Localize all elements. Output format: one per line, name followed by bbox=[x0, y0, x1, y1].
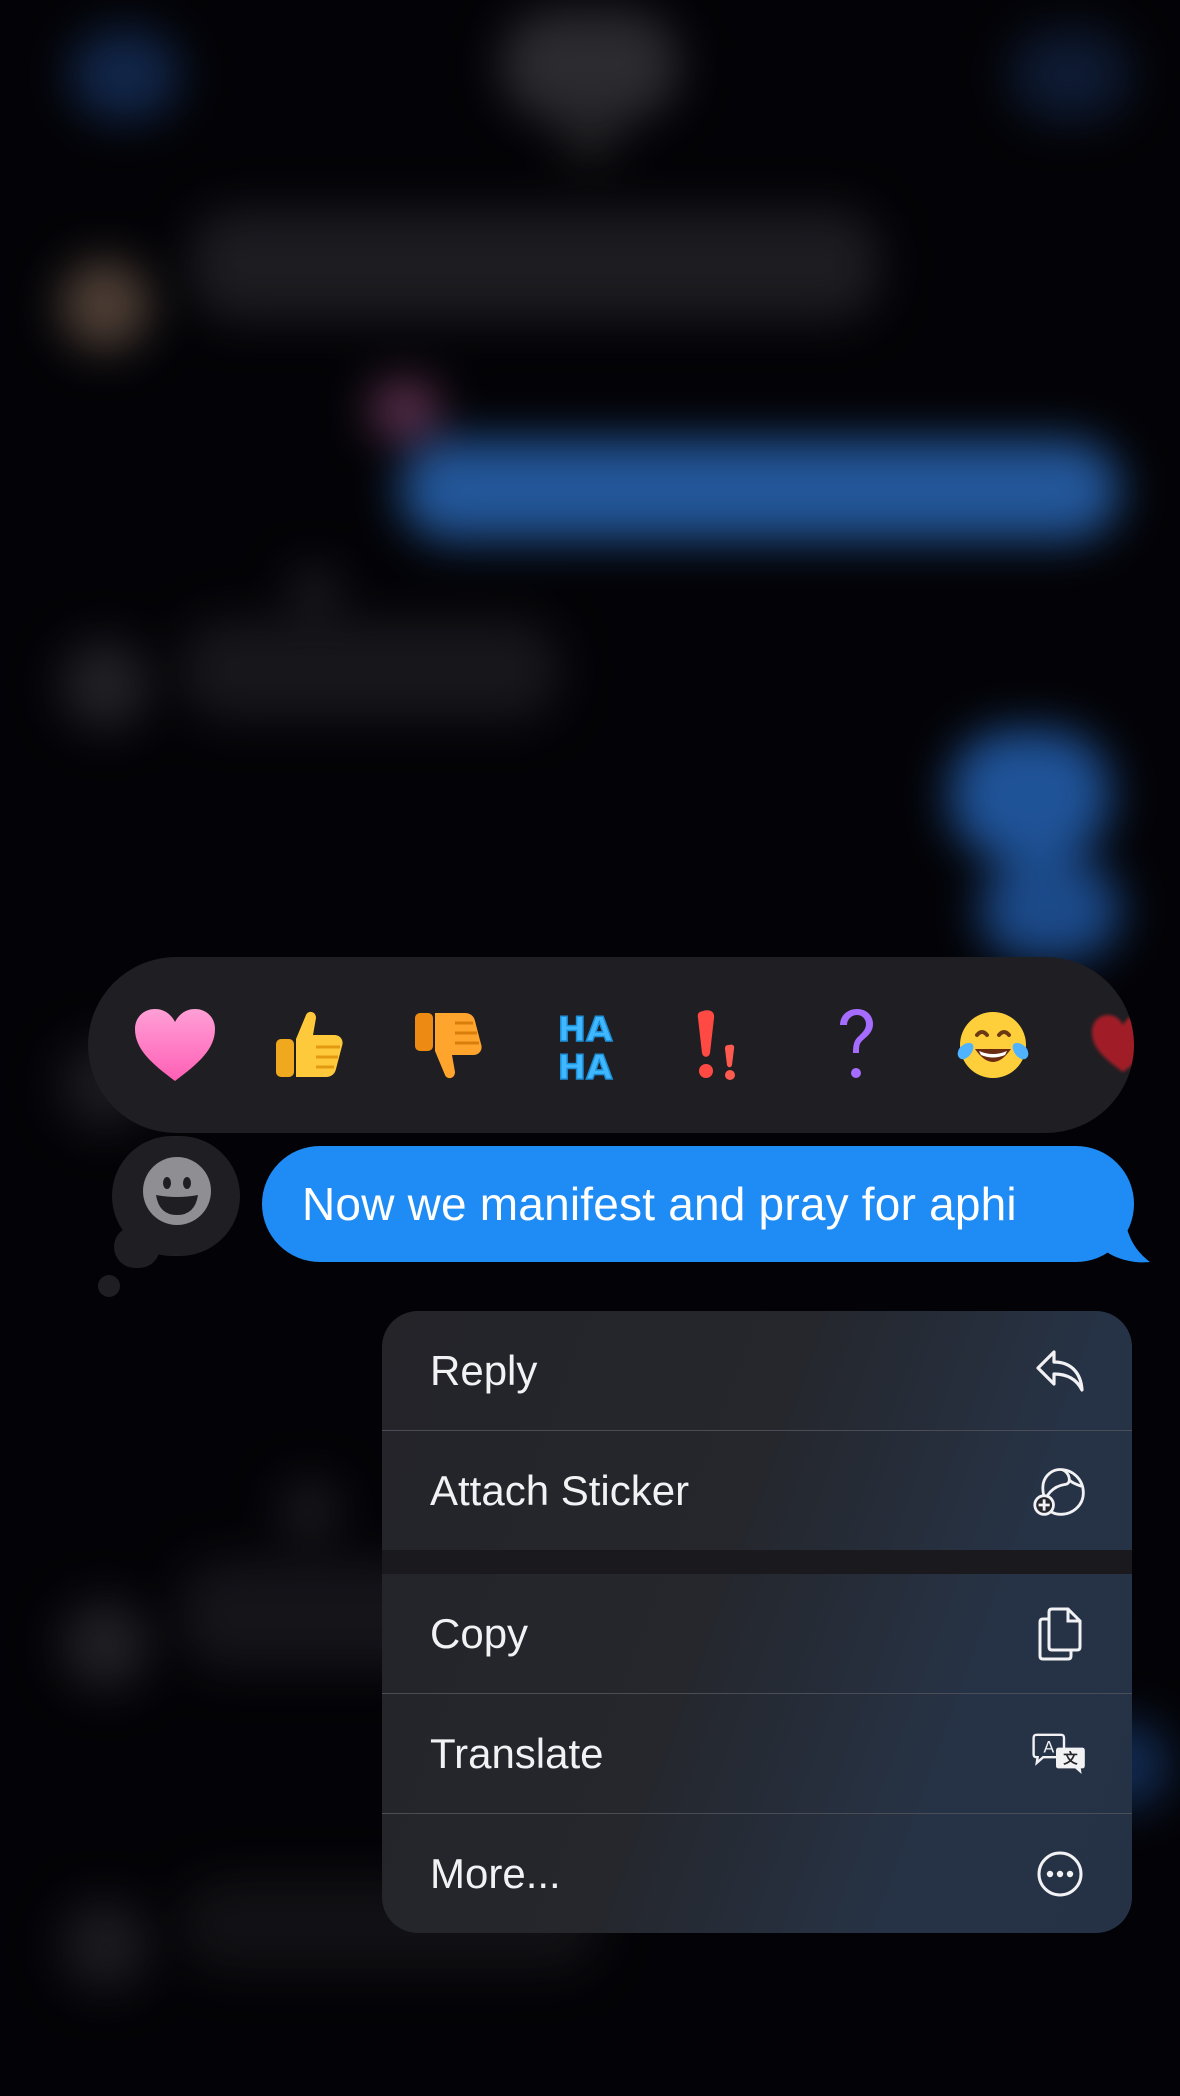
menu-item-translate[interactable]: Translate A 文 bbox=[382, 1694, 1132, 1813]
heart-icon bbox=[135, 1009, 215, 1081]
svg-text:HA: HA bbox=[558, 1010, 613, 1050]
tears-of-joy-icon bbox=[957, 1012, 1029, 1078]
copy-documents-icon bbox=[1032, 1606, 1088, 1662]
tapback-tail-dot bbox=[98, 1275, 120, 1297]
svg-text:A: A bbox=[1043, 1737, 1054, 1756]
menu-item-copy[interactable]: Copy bbox=[382, 1574, 1132, 1693]
red-heart-icon bbox=[1092, 1015, 1134, 1072]
question-icon bbox=[840, 1009, 873, 1078]
reaction-question[interactable] bbox=[801, 957, 911, 1133]
menu-item-label: More... bbox=[430, 1849, 561, 1897]
menu-item-attach-sticker[interactable]: Attach Sticker bbox=[382, 1431, 1132, 1550]
reaction-heart[interactable] bbox=[120, 957, 230, 1133]
reaction-emphasize[interactable] bbox=[663, 957, 773, 1133]
exclamation-icon bbox=[697, 1010, 735, 1080]
translate-bubbles-icon: A 文 bbox=[1032, 1726, 1088, 1782]
haha-icon: HA HA bbox=[557, 1009, 614, 1085]
sticker-plus-icon bbox=[1032, 1463, 1088, 1519]
selected-message-bubble[interactable]: Now we manifest and pray for aphi bbox=[262, 1146, 1134, 1262]
menu-item-label: Copy bbox=[430, 1609, 529, 1657]
tapback-reaction-bar: HA HA bbox=[88, 957, 1134, 1133]
smiley-sticker-icon bbox=[143, 1157, 211, 1225]
thumbs-down-icon bbox=[415, 1013, 482, 1079]
tapback-tail bbox=[114, 1226, 160, 1268]
reaction-haha[interactable]: HA HA bbox=[530, 957, 640, 1133]
add-sticker-button[interactable] bbox=[141, 1155, 213, 1227]
menu-item-label: Translate bbox=[430, 1729, 604, 1777]
ellipsis-circle-icon bbox=[1032, 1846, 1088, 1902]
thumbs-up-icon bbox=[276, 1011, 343, 1077]
svg-text:HA: HA bbox=[558, 1048, 613, 1085]
reaction-tears-of-joy[interactable] bbox=[938, 957, 1048, 1133]
reaction-thumbs-up[interactable] bbox=[253, 957, 363, 1133]
svg-text:文: 文 bbox=[1063, 1749, 1078, 1767]
reply-arrow-icon bbox=[1032, 1343, 1088, 1399]
message-bubble-tail bbox=[1096, 1212, 1150, 1263]
menu-item-reply[interactable]: Reply bbox=[382, 1311, 1132, 1430]
message-text: Now we manifest and pray for aphi bbox=[302, 1178, 1017, 1230]
reaction-more-emoji[interactable] bbox=[1068, 957, 1134, 1133]
menu-item-label: Reply bbox=[430, 1346, 538, 1394]
menu-item-label: Attach Sticker bbox=[430, 1466, 690, 1514]
message-context-menu: Reply Attach Sticker Copy Translate A 文 … bbox=[382, 1311, 1132, 1933]
reaction-thumbs-down[interactable] bbox=[392, 957, 502, 1133]
menu-section-gap bbox=[382, 1550, 1132, 1574]
menu-item-more[interactable]: More... bbox=[382, 1814, 1132, 1933]
